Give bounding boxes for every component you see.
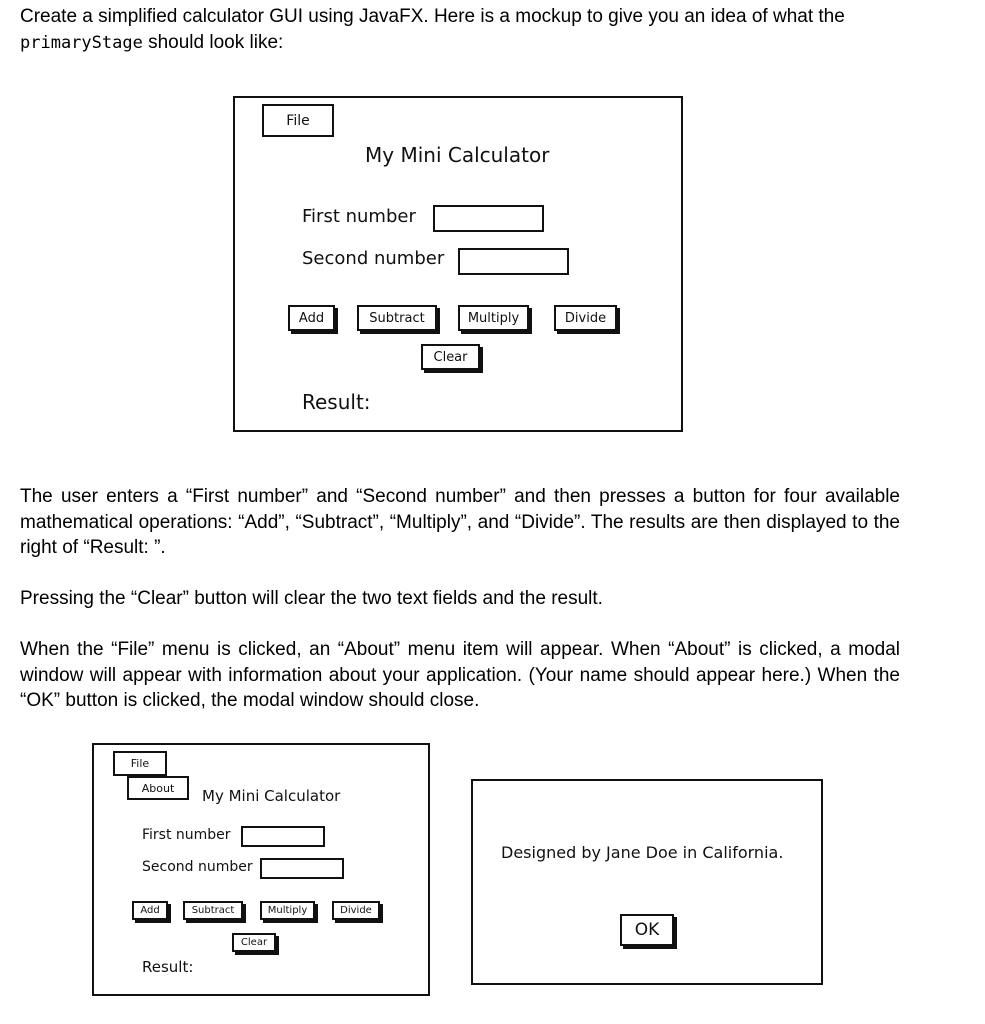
add-button[interactable]: Add: [132, 901, 168, 920]
modal-message: Designed by Jane Doe in California.: [501, 843, 784, 862]
second-number-input[interactable]: [458, 248, 569, 275]
first-number-input[interactable]: [241, 826, 325, 847]
intro-paragraph: Create a simplified calculator GUI using…: [20, 4, 900, 56]
subtract-button[interactable]: Subtract: [357, 305, 437, 331]
result-label: Result:: [142, 958, 194, 976]
app-title: My Mini Calculator: [202, 787, 341, 805]
file-menu[interactable]: File: [113, 751, 167, 776]
app-title: My Mini Calculator: [365, 143, 550, 167]
divide-button[interactable]: Divide: [554, 305, 617, 331]
multiply-button[interactable]: Multiply: [260, 901, 315, 920]
first-number-label: First number: [142, 827, 231, 843]
second-number-input[interactable]: [260, 858, 344, 879]
second-number-label: Second number: [142, 859, 253, 875]
first-number-label: First number: [302, 206, 416, 227]
divide-button[interactable]: Divide: [332, 901, 380, 920]
description-paragraph: The user enters a “First number” and “Se…: [20, 486, 900, 558]
file-menu[interactable]: File: [262, 104, 334, 137]
clear-button[interactable]: Clear: [421, 344, 480, 370]
about-menu-item[interactable]: About: [127, 776, 189, 800]
about-paragraph: When the “File” menu is clicked, an “Abo…: [20, 639, 900, 711]
result-label: Result:: [302, 390, 371, 414]
about-modal-window: Designed by Jane Doe in California. OK: [471, 779, 823, 985]
intro-text: Create a simplified calculator GUI using…: [20, 6, 845, 27]
code-primary-stage: primaryStage: [20, 32, 143, 53]
menu-mockup-window: File About My Mini Calculator First numb…: [92, 743, 430, 996]
intro-text-after: should look like:: [142, 31, 284, 53]
second-number-label: Second number: [302, 248, 445, 269]
first-number-input[interactable]: [433, 205, 544, 232]
clear-paragraph: Pressing the “Clear” button will clear t…: [20, 588, 603, 609]
ok-button[interactable]: OK: [620, 914, 674, 946]
multiply-button[interactable]: Multiply: [458, 305, 529, 331]
clear-button[interactable]: Clear: [232, 933, 276, 952]
main-mockup-window: File My Mini Calculator First number Sec…: [233, 96, 683, 432]
add-button[interactable]: Add: [288, 305, 335, 331]
subtract-button[interactable]: Subtract: [183, 901, 243, 920]
